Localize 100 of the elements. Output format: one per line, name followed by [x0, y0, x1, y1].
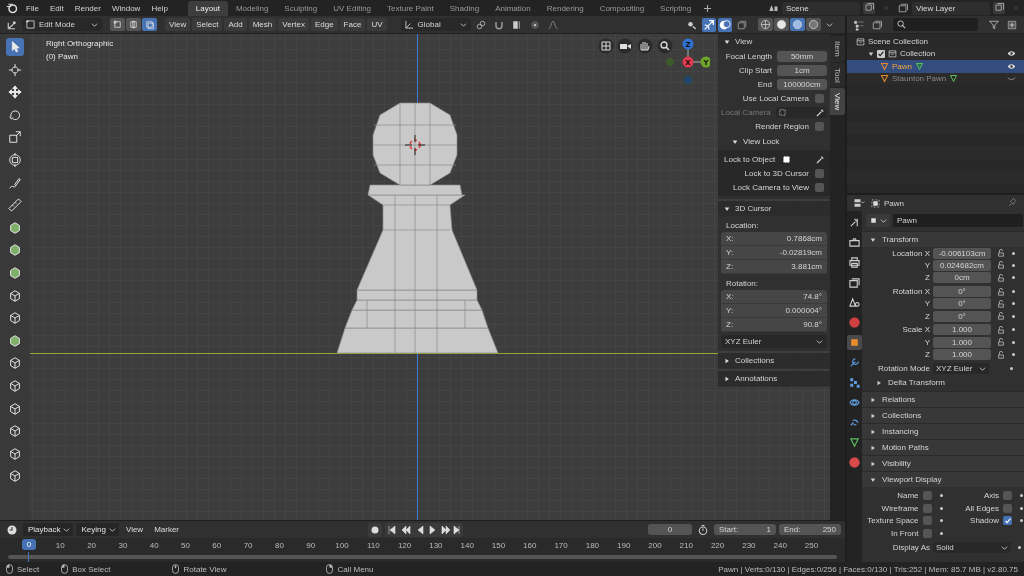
number-field[interactable]: 100000cm: [777, 78, 827, 90]
checkbox[interactable]: [922, 491, 932, 501]
tool-button[interactable]: [6, 196, 24, 215]
copy-icon[interactable]: [993, 2, 1005, 14]
workspace-tab[interactable]: Texture Paint: [379, 0, 442, 16]
sidebar-tab[interactable]: View: [830, 88, 845, 116]
lock-icon[interactable]: [997, 287, 1005, 296]
rotation-mode-dropdown[interactable]: XYZ Euler: [933, 362, 989, 374]
scrollbar[interactable]: [8, 555, 837, 559]
checkbox[interactable]: [922, 503, 932, 513]
object-type-dropdown[interactable]: [866, 214, 890, 227]
copy-icon[interactable]: [863, 2, 875, 14]
panel-header[interactable]: Collections: [862, 408, 1024, 424]
proportional-icon[interactable]: [528, 18, 541, 31]
keyframe-dot[interactable]: [939, 519, 943, 523]
menu-button[interactable]: Mesh: [248, 18, 277, 31]
logo-icon[interactable]: [6, 2, 18, 14]
panel-header[interactable]: Transform: [862, 232, 1024, 247]
keyframe-dot[interactable]: [939, 494, 943, 498]
sidebar-tab[interactable]: Item: [830, 36, 845, 62]
lock-icon[interactable]: [997, 299, 1005, 308]
caret-icon[interactable]: [826, 21, 833, 28]
tool-button[interactable]: [6, 38, 24, 56]
new-collection-icon[interactable]: [1006, 18, 1018, 31]
number-field[interactable]: Y: 0.000004°: [721, 304, 827, 318]
keyframe-dot[interactable]: [1018, 545, 1021, 549]
lock-icon[interactable]: [997, 338, 1005, 347]
keyframe-dot[interactable]: [1020, 519, 1023, 523]
panel-header[interactable]: 3D Cursor: [718, 201, 830, 216]
workspace-tab[interactable]: Modeling: [227, 0, 277, 16]
eye-icon[interactable]: [1007, 62, 1016, 70]
orientation-dropdown[interactable]: Global: [400, 18, 471, 31]
checkbox[interactable]: [922, 516, 932, 526]
falloff-curve-icon[interactable]: [546, 18, 559, 31]
closed-eye-icon[interactable]: [1007, 75, 1016, 83]
stopwatch-icon[interactable]: [697, 523, 709, 536]
select-mode-button[interactable]: [110, 18, 125, 31]
panel-header[interactable]: Collections: [718, 353, 830, 368]
panel-header[interactable]: Annotations: [718, 371, 830, 386]
menu-button[interactable]: Face: [339, 18, 366, 31]
checkbox[interactable]: [1003, 516, 1012, 526]
menu-button[interactable]: Keying: [76, 523, 119, 536]
pin-icon[interactable]: [1006, 197, 1018, 209]
axes-icon[interactable]: [6, 18, 18, 31]
clock-icon[interactable]: [6, 523, 18, 536]
eye-icon[interactable]: [1007, 50, 1016, 58]
navigation-buttons-drawing[interactable]: [598, 38, 674, 54]
keyframe-dot[interactable]: [1012, 302, 1015, 306]
menu-item[interactable]: Help: [146, 3, 173, 13]
menu-item[interactable]: Edit: [44, 3, 69, 13]
keyframe-dot[interactable]: [1012, 314, 1015, 318]
panel-header[interactable]: View Lock: [718, 133, 830, 150]
playback-controls-drawing[interactable]: [385, 522, 463, 537]
workspace-tab[interactable]: UV Editing: [325, 0, 380, 16]
workspace-tab[interactable]: Compositing: [591, 0, 653, 16]
number-field[interactable]: 1.000: [933, 336, 991, 348]
number-field[interactable]: 0.024682cm: [933, 259, 991, 271]
number-field[interactable]: Z: 3.881cm: [721, 260, 827, 274]
outliner-row[interactable]: Staunton Pawn: [847, 72, 1024, 85]
properties-tab[interactable]: [847, 235, 862, 250]
menu-button[interactable]: Vertex: [278, 18, 309, 31]
checkbox[interactable]: [815, 93, 824, 103]
properties-icon[interactable]: [853, 197, 865, 209]
workspace-tab[interactable]: Animation: [487, 0, 539, 16]
panel-header[interactable]: View: [718, 34, 830, 49]
panel-header[interactable]: Viewport Display: [862, 472, 1024, 488]
keyframe-dot[interactable]: [1010, 366, 1013, 370]
checkbox[interactable]: [877, 49, 885, 58]
menu-button[interactable]: Marker: [150, 523, 184, 536]
number-field[interactable]: Y: -0.02819cm: [721, 246, 827, 260]
keyframe-dot[interactable]: [1020, 506, 1023, 510]
sidebar-tab[interactable]: Tool: [830, 62, 845, 88]
triangle-mesh-icon[interactable]: [949, 74, 959, 84]
lock-icon[interactable]: [997, 261, 1005, 270]
search-field[interactable]: [893, 18, 978, 31]
scene-icon[interactable]: [767, 2, 779, 14]
select-mode-button[interactable]: [126, 18, 141, 31]
axis-dot[interactable]: [666, 58, 674, 66]
overlay-toggle-icon[interactable]: [718, 17, 732, 32]
pivot-icon[interactable]: [474, 18, 487, 31]
number-field[interactable]: 0°: [933, 286, 991, 298]
outliner-row[interactable]: Pawn: [847, 60, 1024, 73]
checkbox[interactable]: [815, 182, 824, 192]
menu-button[interactable]: View: [121, 523, 148, 536]
checkbox[interactable]: [815, 168, 824, 178]
menu-button[interactable]: Playback: [23, 523, 74, 536]
workspace-tab[interactable]: Sculpting: [276, 0, 326, 16]
keyframe-dot[interactable]: [1020, 494, 1023, 498]
number-field[interactable]: 1cm: [777, 64, 827, 76]
keyframe-dot[interactable]: [1012, 340, 1015, 344]
triangle-icon[interactable]: [868, 50, 874, 57]
snap-target-icon[interactable]: [510, 18, 523, 31]
number-field[interactable]: 0cm: [933, 272, 991, 284]
number-field[interactable]: X: 0.7868cm: [721, 232, 827, 246]
view-layer-field[interactable]: View Layer: [912, 1, 990, 15]
panel-header[interactable]: Relations: [862, 392, 1024, 408]
menu-button[interactable]: View: [165, 18, 191, 31]
outliner-row[interactable]: Scene Collection: [847, 35, 1024, 48]
axis-dot[interactable]: [684, 76, 692, 84]
playhead-frame[interactable]: 0: [22, 539, 36, 550]
